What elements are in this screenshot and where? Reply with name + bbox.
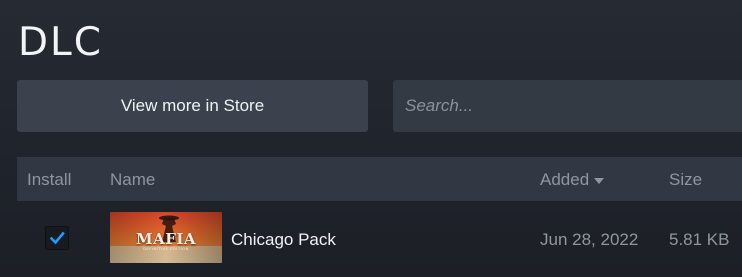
dlc-thumbnail[interactable]: MAFIA DEFINITIVE EDITION	[110, 212, 222, 263]
checkmark-icon	[49, 231, 65, 245]
column-header-name[interactable]: Name	[110, 170, 155, 190]
dlc-name[interactable]: Chicago Pack	[231, 230, 336, 250]
column-header-size[interactable]: Size	[669, 170, 702, 190]
table-header: Install Name Added Size	[17, 157, 742, 201]
view-more-in-store-button[interactable]: View more in Store	[17, 80, 368, 132]
column-header-install: Install	[27, 170, 72, 189]
sort-descending-icon	[594, 177, 605, 184]
column-header-added[interactable]: Added	[540, 170, 605, 190]
column-header-added-label: Added	[540, 170, 590, 189]
install-checkbox[interactable]	[45, 226, 69, 250]
dlc-size: 5.81 KB	[669, 230, 730, 249]
store-button-label: View more in Store	[120, 96, 265, 115]
thumbnail-logo-subtext: DEFINITIVE EDITION	[143, 247, 189, 251]
thumbnail-logo-text: MAFIA	[135, 230, 197, 248]
dlc-added-date: Jun 28, 2022	[540, 230, 639, 249]
search-input[interactable]	[393, 80, 742, 132]
page-title: DLC	[18, 20, 103, 65]
table-row: MAFIA DEFINITIVE EDITION Chicago Pack Ju…	[17, 201, 742, 277]
